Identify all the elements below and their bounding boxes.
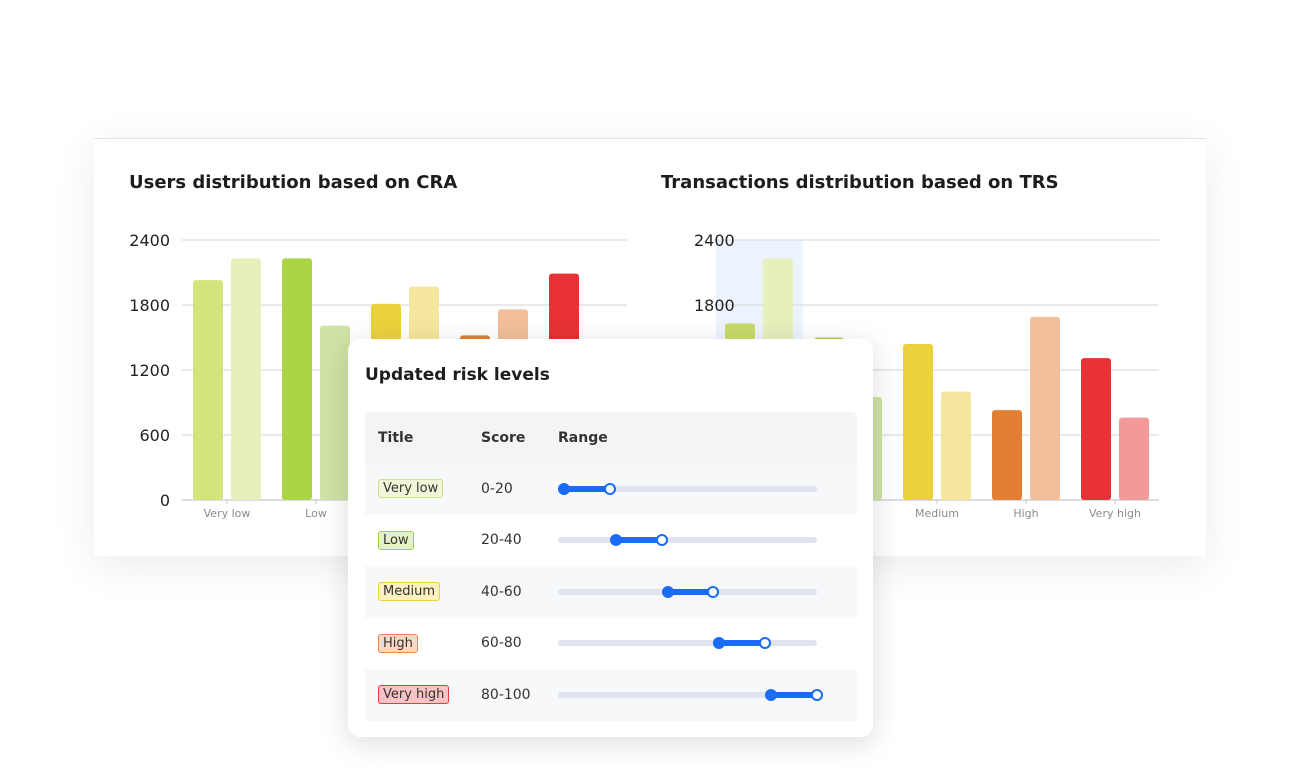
table-row: Very high 80-100	[365, 669, 857, 721]
risk-table: Title Score Range Very low 0-20 Low 20-4…	[365, 412, 857, 721]
x-tick-label: Very low	[204, 507, 251, 520]
table-row: Low 20-40	[365, 515, 857, 567]
risk-badge: Very low	[378, 479, 444, 499]
slider-fill	[615, 537, 662, 544]
y-tick-label: 2400	[694, 231, 735, 250]
slider-max-handle[interactable]	[811, 688, 823, 701]
y-tick-label: 1800	[129, 296, 170, 315]
y-tick-label: 1800	[694, 296, 735, 315]
slider-max-handle[interactable]	[759, 637, 772, 650]
risk-levels-dialog: Updated risk levels Title Score Range Ve…	[348, 339, 873, 737]
header-title: Title	[378, 429, 414, 446]
bar-high-2[interactable]	[1030, 316, 1060, 500]
bar-low-2[interactable]	[320, 325, 350, 500]
slider-max-handle[interactable]	[655, 534, 668, 547]
x-tick-label: Medium	[915, 507, 959, 520]
slider-track[interactable]	[558, 537, 817, 544]
table-row: Very low 0-20	[365, 463, 857, 515]
bar-very-low-2[interactable]	[231, 258, 261, 500]
slider-min-handle[interactable]	[765, 688, 778, 701]
x-tick-label: High	[1013, 507, 1038, 520]
score-value: 0-20	[481, 480, 513, 497]
y-tick-label: 600	[139, 426, 170, 445]
bar-medium-2[interactable]	[941, 391, 971, 500]
score-value: 60-80	[481, 635, 522, 652]
slider-min-handle[interactable]	[558, 482, 570, 495]
chart-title-users: Users distribution based on CRA	[129, 172, 458, 193]
dialog-title: Updated risk levels	[365, 365, 550, 385]
score-value: 20-40	[481, 532, 522, 549]
slider-min-handle[interactable]	[661, 585, 674, 598]
bar-very-high-1[interactable]	[1081, 358, 1111, 500]
chart-title-transactions: Transactions distribution based on TRS	[661, 172, 1059, 193]
range-slider[interactable]	[558, 566, 857, 618]
risk-badge: High	[378, 633, 418, 653]
bar-low-1[interactable]	[282, 258, 312, 500]
y-tick-label: 1200	[129, 361, 170, 380]
range-slider[interactable]	[558, 515, 857, 567]
header-range: Range	[558, 429, 608, 446]
header-score: Score	[481, 429, 526, 446]
risk-badge: Very high	[378, 685, 450, 705]
slider-track[interactable]	[558, 640, 817, 647]
risk-badge: Medium	[378, 582, 440, 602]
bar-high-1[interactable]	[992, 410, 1022, 500]
slider-max-handle[interactable]	[603, 482, 616, 495]
bar-very-high-2[interactable]	[1119, 417, 1149, 500]
table-row: High 60-80	[365, 618, 857, 670]
x-tick-label: Very high	[1089, 507, 1141, 520]
bar-medium-1[interactable]	[903, 344, 933, 500]
table-row: Medium 40-60	[365, 566, 857, 618]
slider-min-handle[interactable]	[713, 637, 726, 650]
slider-max-handle[interactable]	[707, 585, 720, 598]
range-slider[interactable]	[558, 669, 857, 721]
slider-fill	[564, 485, 610, 492]
score-value: 80-100	[481, 686, 531, 703]
risk-badge: Low	[378, 530, 414, 550]
range-slider[interactable]	[558, 618, 857, 670]
slider-min-handle[interactable]	[609, 534, 622, 547]
x-tick-label: Low	[305, 507, 327, 520]
range-slider[interactable]	[558, 463, 857, 515]
score-value: 40-60	[481, 583, 522, 600]
y-tick-label: 0	[160, 491, 170, 510]
y-tick-label: 2400	[129, 231, 170, 250]
table-header: Title Score Range	[365, 412, 857, 463]
bar-very-low-1[interactable]	[193, 280, 223, 500]
